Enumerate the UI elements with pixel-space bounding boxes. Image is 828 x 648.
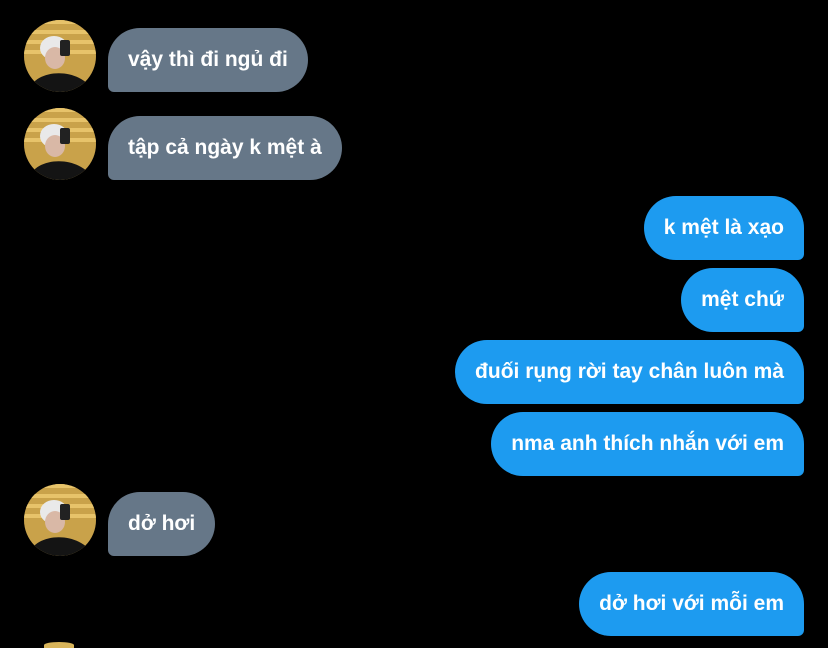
outgoing-message-bubble[interactable]: mệt chứ xyxy=(681,268,804,332)
user-avatar-photo-icon xyxy=(24,484,96,556)
user-avatar-photo-icon xyxy=(24,108,96,180)
incoming-message-bubble[interactable]: tập cả ngày k mệt à xyxy=(108,116,342,180)
incoming-message-bubble[interactable]: vậy thì đi ngủ đi xyxy=(108,28,308,92)
outgoing-message-bubble[interactable]: dở hơi với mỗi em xyxy=(579,572,804,636)
user-avatar-photo-icon xyxy=(24,20,96,92)
avatar[interactable] xyxy=(24,108,96,180)
avatar[interactable] xyxy=(24,20,96,92)
incoming-message-bubble[interactable]: dở hơi xyxy=(108,492,216,556)
avatar[interactable] xyxy=(44,642,74,648)
outgoing-message-bubble[interactable]: nma anh thích nhắn với em xyxy=(491,412,804,476)
outgoing-message-bubble[interactable]: k mệt là xạo xyxy=(643,196,804,260)
outgoing-message-bubble[interactable]: đuối rụng rời tay chân luôn mà xyxy=(455,340,804,404)
avatar[interactable] xyxy=(24,484,96,556)
